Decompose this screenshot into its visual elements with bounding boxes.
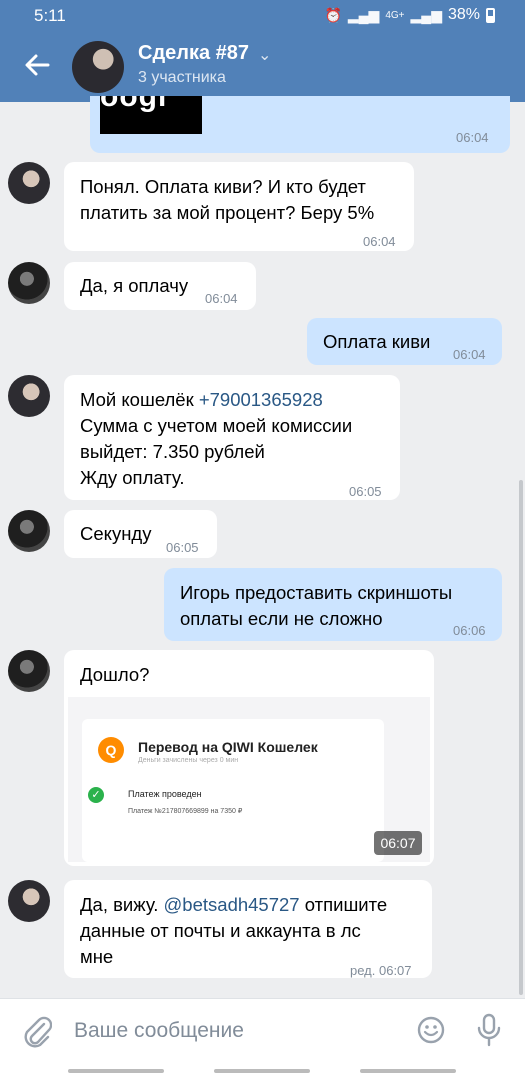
alarm-icon: ⏰ [324,6,342,23]
message-bubble-incoming[interactable]: Да, я оплачу 06:04 [64,262,256,310]
status-time: 5:11 [34,6,66,25]
microphone-icon[interactable] [476,1013,502,1047]
message-line-text: Мой кошелёк [80,389,199,410]
image-attachment[interactable]: oogi [100,96,202,134]
signal-icon: ▂▄▆ [410,6,442,23]
message-bubble-incoming[interactable]: Понял. Оплата киви? И кто будет платить … [64,162,414,251]
chat-title[interactable]: Сделка #87 [138,42,249,65]
message-line-text: отпишите [299,894,388,915]
avatar[interactable] [8,510,50,552]
avatar[interactable] [8,375,50,417]
message-line: Игорь предоставить скриншоты [180,582,453,603]
avatar[interactable] [8,262,50,304]
scrollbar[interactable] [519,480,523,995]
qiwi-title: Перевод на QIWI Кошелек [138,739,318,755]
message-time: 06:04 [456,130,489,145]
message-text: Оплата киви [323,331,431,352]
message-bubble-incoming[interactable]: Да, вижу. @betsadh45727 отпишите данные … [64,880,432,978]
message-line: Понял. Оплата киви? И кто будет [80,176,366,197]
message-time: 06:05 [349,484,382,499]
message-line: оплаты если не сложно [180,608,383,629]
image-attachment[interactable]: Q Перевод на QIWI Кошелек Деньги зачисле… [68,697,430,862]
message-text: Мой кошелёк +79001365928 Сумма с учетом … [80,387,352,491]
message-text: Секунду [80,523,152,544]
qiwi-receipt: Q Перевод на QIWI Кошелек Деньги зачисле… [82,719,384,862]
app-header: 5:11 ⏰ ▂▄▆ 4G+ ▂▄▆ 38% Сделка #87 ⌄ 3 уч… [0,0,525,102]
message-line: Мой кошелёк +79001365928 [80,387,352,413]
message-line-text: Да, вижу. [80,894,164,915]
battery-icon [486,7,495,23]
message-line: мне [80,946,114,967]
nav-bar-indicator [360,1069,456,1073]
message-line: платить за мой процент? Беру 5% [80,202,375,223]
message-time: 06:04 [453,347,486,362]
message-bubble-incoming[interactable]: Секунду 06:05 [64,510,217,558]
avatar[interactable] [8,880,50,922]
qiwi-detail: Платеж №217807669899 на 7350 ₽ [128,808,243,815]
message-bubble-outgoing[interactable]: Оплата киви 06:04 [307,318,502,365]
status-bar: 5:11 ⏰ ▂▄▆ 4G+ ▂▄▆ 38% [0,0,525,30]
qiwi-status: Платеж проведен [128,789,202,799]
nav-bar-indicator [68,1069,164,1073]
battery-percent: 38% [447,6,480,23]
qiwi-logo-icon: Q [98,737,124,763]
message-text: Да, я оплачу [80,275,189,296]
image-time: 06:07 [374,831,422,855]
message-time: 06:05 [166,540,199,555]
message-text: Да, вижу. @betsadh45727 отпишите данные … [80,892,387,970]
message-bubble-outgoing[interactable]: oogi 06:04 [90,96,510,153]
chat-avatar[interactable] [72,41,124,93]
message-line: Да, вижу. @betsadh45727 отпишите [80,892,387,918]
message-text: Дошло? [80,664,150,685]
nav-bar-indicator [214,1069,310,1073]
message-text: Понял. Оплата киви? И кто будет платить … [80,174,374,226]
signal-icon: ▂▄▆ [347,6,380,23]
message-composer: Ваше сообщение [0,998,525,1080]
emoji-icon[interactable] [416,1015,446,1045]
message-line: Сумма с учетом моей комиссии [80,415,353,436]
message-time: 06:06 [453,623,486,638]
message-line: данные от почты и аккаунта в лс [80,920,361,941]
avatar[interactable] [8,650,50,692]
check-icon: ✓ [88,787,104,803]
message-time: 06:04 [205,291,238,306]
message-time: ред. 06:07 [350,963,412,978]
mention-link[interactable]: @betsadh45727 [164,894,300,915]
wallet-link[interactable]: +79001365928 [199,389,323,410]
qiwi-subtitle: Деньги зачислены через 0 мин [138,757,239,764]
paperclip-icon[interactable] [22,1015,52,1049]
message-text: Игорь предоставить скриншоты оплаты если… [180,580,452,632]
message-time: 06:04 [363,234,396,249]
message-line: выйдет: 7.350 рублей [80,441,265,462]
message-line: Жду оплату. [80,467,185,488]
avatar[interactable] [8,162,50,204]
message-bubble-outgoing[interactable]: Игорь предоставить скриншоты оплаты если… [164,568,502,641]
status-icons: ⏰ ▂▄▆ 4G+ ▂▄▆ 38% [324,6,495,24]
message-bubble-incoming[interactable]: Мой кошелёк +79001365928 Сумма с учетом … [64,375,400,500]
back-arrow-icon[interactable] [22,50,52,80]
message-input[interactable]: Ваше сообщение [74,1019,244,1043]
chat-subtitle[interactable]: 3 участника [138,69,226,87]
chevron-down-icon[interactable]: ⌄ [258,45,271,65]
network-label: 4G+ [385,9,405,21]
